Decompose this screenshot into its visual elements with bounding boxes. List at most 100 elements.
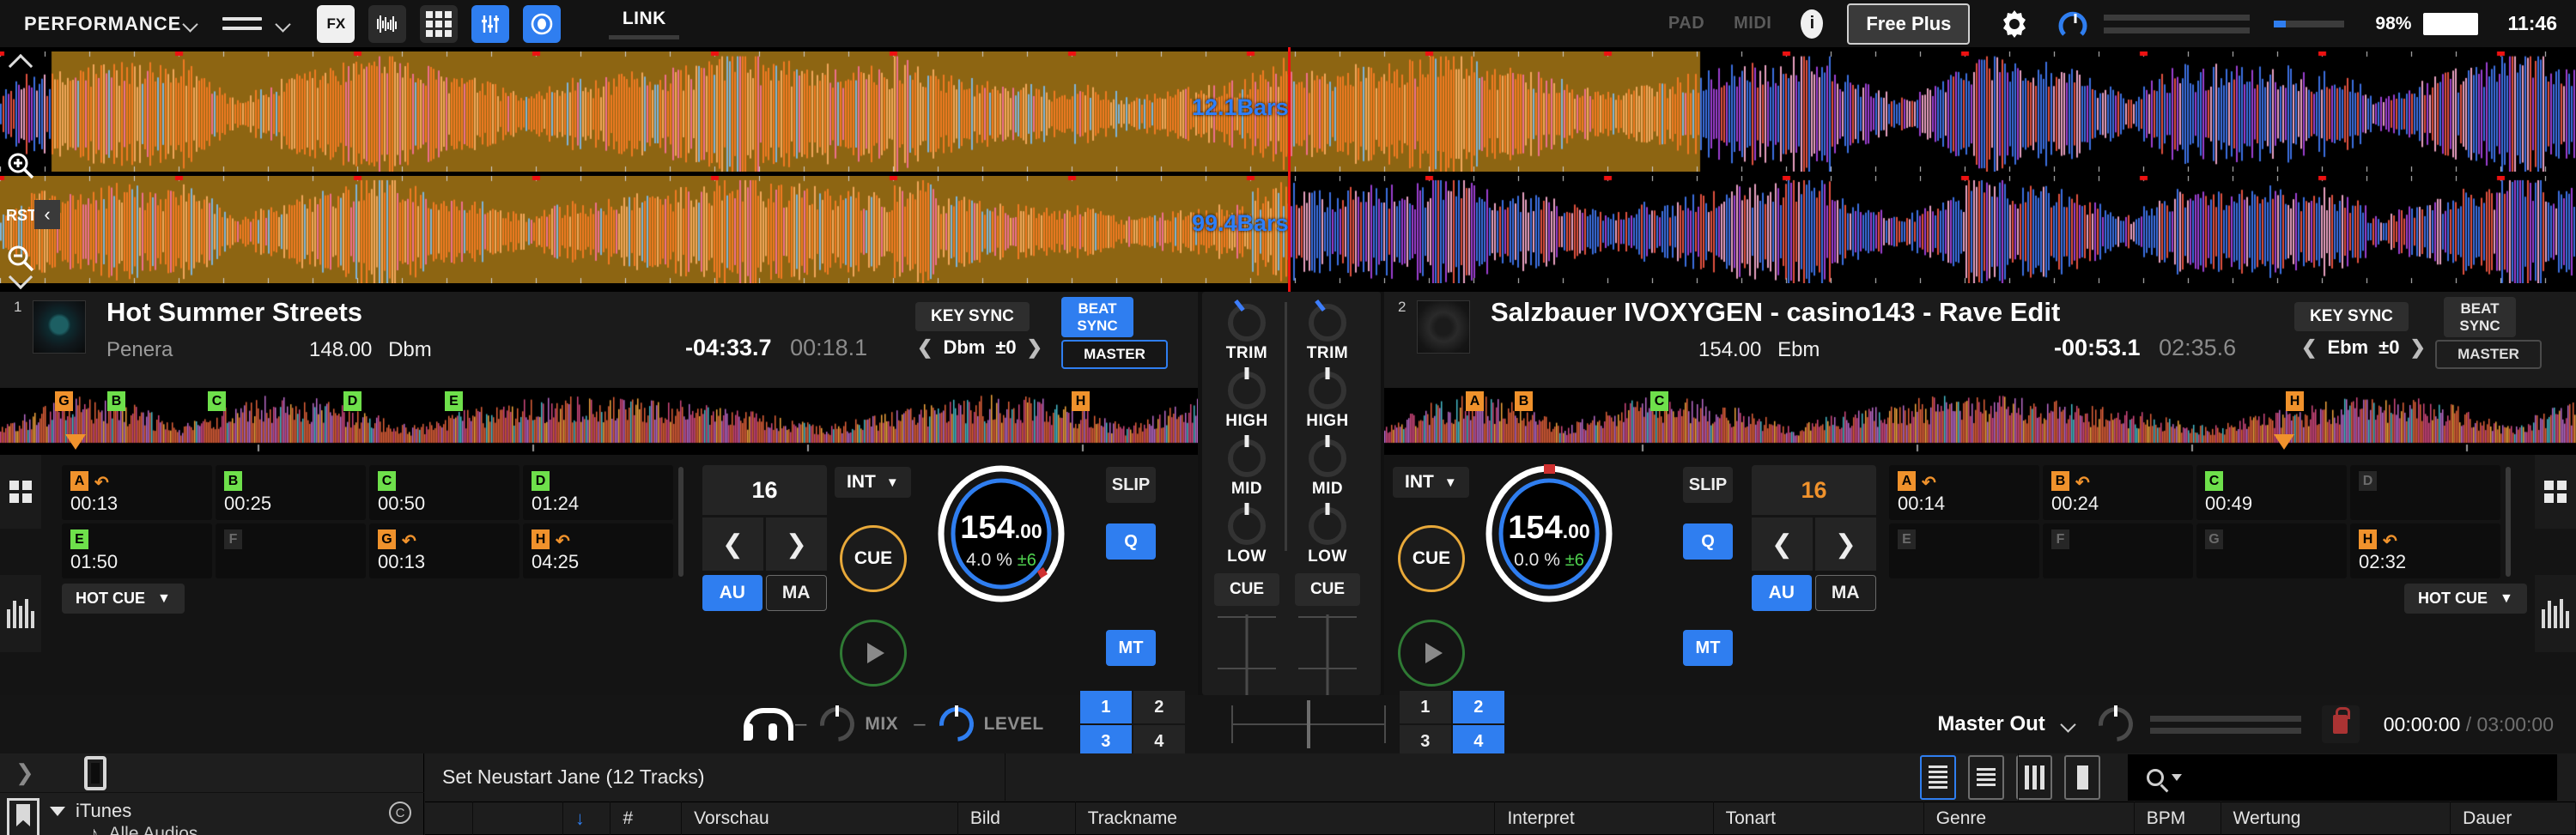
link-button[interactable]: LINK [609, 9, 679, 39]
summary-cue-flag[interactable]: H [1072, 391, 1090, 411]
deck2-beat-sync-button[interactable]: BEATSYNC [2444, 297, 2516, 337]
deck2-beat-count[interactable]: 16 [1752, 465, 1876, 515]
deck2-pad-mode-icon[interactable] [2535, 455, 2576, 529]
browser-tree[interactable]: iTunes ♪ Alle Audios [50, 798, 197, 835]
search-input[interactable] [2190, 767, 2517, 787]
hot-cue-pad[interactable]: F [216, 523, 366, 578]
deck1-cue-button[interactable]: CUE [840, 525, 907, 592]
mixer-sliders-icon[interactable] [471, 5, 509, 43]
column-header[interactable]: Wertung [2221, 802, 2451, 835]
deck1-manual-loop-button[interactable]: MA [766, 575, 828, 611]
mode-chevron-icon[interactable] [181, 15, 200, 33]
cue-channel-2[interactable]: 2 [1453, 691, 1504, 723]
deck2-master-button[interactable]: MASTER [2435, 340, 2542, 369]
view-list-detailed-button[interactable] [1920, 755, 1956, 800]
view-split-button[interactable] [2064, 755, 2100, 800]
deck1-hot-cue-grid[interactable]: A↶00:13B00:25C00:50D01:24E01:50FG↶00:13H… [62, 465, 673, 578]
deck1-key-sync-button[interactable]: KEY SYNC [915, 302, 1030, 331]
sidebar-expand-icon[interactable]: ❯ [15, 759, 34, 786]
hot-cue-pad[interactable]: D01:24 [523, 465, 673, 520]
deck1-master-tempo-button[interactable]: MT [1106, 630, 1156, 666]
hot-cue-pad[interactable]: H↶04:25 [523, 523, 673, 578]
fx-icon[interactable]: FX [317, 5, 355, 43]
deck2-cue-scrollbar[interactable] [2506, 467, 2511, 577]
hot-cue-pad[interactable]: D [2350, 465, 2500, 520]
deck2-int-source-select[interactable]: INT ▼ [1393, 467, 1469, 498]
channel1-low-knob[interactable] [1223, 502, 1271, 550]
master-volume-slider[interactable] [2274, 21, 2344, 27]
deck1-summary-waveform[interactable]: GBCDEH [0, 388, 1198, 455]
headphone-mix-knob[interactable] [818, 705, 856, 743]
deck1-key-prev-icon[interactable]: ❮ [917, 336, 933, 359]
cue-channel-1[interactable]: 1 [1080, 691, 1132, 723]
deck2-quantize-button[interactable]: Q [1683, 523, 1733, 560]
bookmark-icon[interactable] [7, 798, 39, 835]
deck1-tempo-dial[interactable]: 154.00 4.0 % ±6 [933, 462, 1070, 606]
cue-channel-2[interactable]: 2 [1133, 691, 1185, 723]
deck1-slip-button[interactable]: SLIP [1106, 467, 1156, 503]
hot-cue-pad[interactable]: C00:49 [2196, 465, 2347, 520]
record-lock-button[interactable] [2322, 705, 2360, 743]
deck1-hot-cue-mode-select[interactable]: HOT CUE ▼ [62, 584, 185, 614]
deck1-slicer-icon[interactable] [0, 575, 41, 652]
deck2-summary-waveform[interactable]: ABCH [1384, 388, 2576, 455]
hot-cue-pad[interactable]: B00:25 [216, 465, 366, 520]
channel1-mid-knob[interactable] [1223, 434, 1271, 482]
hot-cue-pad[interactable]: A↶00:14 [1889, 465, 2039, 520]
deck1-summary-canvas[interactable] [0, 388, 1198, 455]
column-header[interactable]: # [611, 802, 682, 835]
summary-cue-flag[interactable]: A [1466, 391, 1484, 411]
hot-cue-pad[interactable]: H↶02:32 [2350, 523, 2500, 578]
summary-cue-flag[interactable]: C [208, 391, 226, 411]
deck1-beat-count[interactable]: 16 [702, 465, 827, 515]
hot-cue-pad[interactable]: B↶00:24 [2043, 465, 2193, 520]
plan-badge[interactable]: Free Plus [1847, 3, 1970, 45]
channel2-high-knob[interactable] [1303, 366, 1352, 414]
search-filter-chevron-icon[interactable] [2172, 774, 2182, 781]
waveform-collapse-icon[interactable]: ‹ [34, 200, 60, 229]
deck2-manual-loop-button[interactable]: MA [1815, 575, 1877, 611]
summary-cue-flag[interactable]: C [1650, 391, 1668, 411]
track-table-header[interactable]: ↓#VorschauBildTracknameInterpretTonartGe… [425, 802, 2576, 835]
hot-cue-pad[interactable]: G [2196, 523, 2347, 578]
deck1-auto-loop-button[interactable]: AU [702, 575, 762, 611]
hot-cue-pad[interactable]: E [1889, 523, 2039, 578]
scroll-down-icon[interactable] [5, 262, 36, 293]
channel2-mid-knob[interactable] [1303, 434, 1352, 482]
cue-select-right[interactable]: 1234 [1400, 691, 1504, 758]
headphone-level-knob[interactable] [938, 705, 975, 743]
cue-select-left[interactable]: 1234 [1080, 691, 1185, 758]
deck2-auto-loop-button[interactable]: AU [1752, 575, 1812, 611]
hamburger-icon[interactable] [222, 13, 262, 35]
deck2-cue-button[interactable]: CUE [1398, 525, 1465, 592]
master-level-knob[interactable] [2056, 7, 2090, 41]
tree-item-itunes[interactable]: iTunes [50, 798, 197, 824]
summary-cue-flag[interactable]: E [445, 391, 463, 411]
deck2-slicer-icon[interactable] [2535, 575, 2576, 652]
channel1-trim-knob[interactable] [1223, 299, 1271, 347]
deck1-beat-sync-button[interactable]: BEATSYNC [1061, 297, 1133, 337]
summary-cue-flag[interactable]: B [107, 391, 125, 411]
hot-cue-pad[interactable]: E01:50 [62, 523, 212, 578]
waveform-icon[interactable] [368, 5, 406, 43]
deck1-int-source-select[interactable]: INT ▼ [835, 467, 911, 498]
hot-cue-pad[interactable]: G↶00:13 [369, 523, 519, 578]
cue-channel-1[interactable]: 1 [1400, 691, 1451, 723]
gear-icon[interactable] [1999, 9, 2030, 39]
deck1-pad-mode-icon[interactable] [0, 455, 41, 529]
zoom-in-icon[interactable] [5, 150, 36, 181]
column-header[interactable]: Dauer [2451, 802, 2576, 835]
deck2-key-prev-icon[interactable]: ❮ [2301, 336, 2317, 359]
column-header[interactable]: ↓ [563, 802, 611, 835]
channel2-trim-knob[interactable] [1303, 299, 1352, 347]
hot-cue-pad[interactable]: F [2043, 523, 2193, 578]
deck1-beat-next-button[interactable]: ❯ [766, 517, 827, 571]
deck2-beat-prev-button[interactable]: ❮ [1752, 517, 1813, 571]
pad-grid-icon[interactable] [420, 5, 458, 43]
channel2-low-knob[interactable] [1303, 502, 1352, 550]
deck2-master-tempo-button[interactable]: MT [1683, 630, 1733, 666]
crossfader[interactable] [1231, 700, 1386, 748]
summary-cue-flag[interactable]: H [2286, 391, 2304, 411]
midi-label[interactable]: MIDI [1734, 14, 1771, 33]
column-header[interactable]: Genre [1924, 802, 2135, 835]
